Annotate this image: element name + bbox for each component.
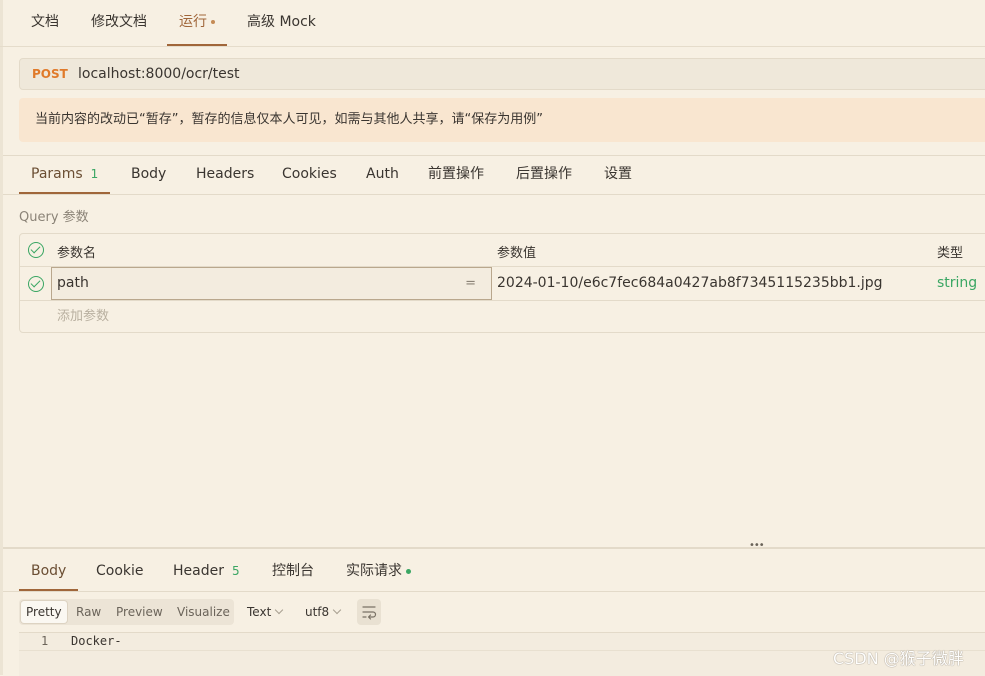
response-tab-header[interactable]: Header 5: [173, 553, 240, 591]
row-divider: [20, 300, 985, 301]
chevron-down-icon: [332, 605, 342, 615]
equals-icon: =: [465, 276, 476, 291]
resize-grip-icon[interactable]: •••: [749, 540, 765, 551]
query-params-table: 参数名 参数值 类型 path = 2024-01-10/e6c7fec684a…: [19, 233, 985, 333]
response-tab-actual-label: 实际请求: [346, 563, 402, 579]
tab-pre-actions[interactable]: 前置操作: [428, 156, 484, 194]
temp-save-notice: 当前内容的改动已“暂存”，暂存的信息仅本人可见，如需与其他人共享，请“保存为用例…: [19, 98, 985, 142]
notice-text: 当前内容的改动已“暂存”，暂存的信息仅本人可见，如需与其他人共享，请“保存为用例…: [35, 112, 543, 127]
query-section-label: Query 参数: [19, 210, 89, 225]
url-input[interactable]: localhost:8000/ocr/test: [78, 59, 240, 89]
tab-settings[interactable]: 设置: [604, 156, 632, 194]
param-value-input[interactable]: 2024-01-10/e6c7fec684a0427ab8f7345115235…: [497, 267, 883, 300]
encoding-dropdown[interactable]: utf8: [305, 599, 342, 625]
window-edge: [0, 0, 3, 675]
col-header-name: 参数名: [57, 246, 97, 261]
format-pretty-button[interactable]: Pretty: [21, 601, 67, 623]
content-type-value: Text: [247, 605, 272, 619]
panel-splitter[interactable]: [3, 547, 985, 549]
col-header-type: 类型: [937, 246, 964, 261]
tab-advanced-mock[interactable]: 高级 Mock: [247, 0, 316, 46]
unsaved-dot-icon: [211, 20, 215, 24]
encoding-value: utf8: [305, 605, 330, 619]
format-visualize-button[interactable]: Visualize: [172, 601, 235, 623]
tab-edit-docs[interactable]: 修改文档: [91, 0, 147, 46]
tab-cookies[interactable]: Cookies: [282, 156, 337, 194]
divider: [3, 591, 985, 592]
content-type-dropdown[interactable]: Text: [247, 599, 284, 625]
code-line: Docker-: [71, 634, 122, 648]
status-dot-icon: [406, 568, 411, 574]
select-all-check-icon[interactable]: [28, 242, 44, 258]
word-wrap-button[interactable]: [357, 599, 381, 625]
params-count-badge: 1: [90, 167, 99, 181]
tab-run-label: 运行: [179, 14, 207, 30]
watermark: CSDN @猴子微胖: [833, 649, 964, 668]
response-tab-body[interactable]: Body: [19, 553, 79, 591]
param-name-input[interactable]: path =: [51, 267, 492, 300]
format-preview-button[interactable]: Preview: [111, 601, 168, 623]
divider: [3, 194, 985, 195]
tab-headers[interactable]: Headers: [196, 156, 254, 194]
url-bar[interactable]: POST localhost:8000/ocr/test: [19, 58, 985, 90]
add-param-input[interactable]: 添加参数: [57, 301, 109, 333]
tab-run[interactable]: 运行: [167, 0, 227, 46]
tab-params[interactable]: Params 1: [19, 156, 111, 194]
tab-post-actions[interactable]: 后置操作: [516, 156, 572, 194]
param-name-value: path: [57, 275, 89, 291]
response-tab-header-label: Header: [173, 563, 224, 579]
chevron-down-icon: [275, 605, 284, 615]
format-segmented-control: Pretty Raw Preview Visualize: [19, 599, 234, 625]
response-tab-console[interactable]: 控制台: [272, 553, 314, 591]
response-tab-cookie[interactable]: Cookie: [96, 553, 144, 591]
param-type-select[interactable]: string: [937, 267, 977, 300]
format-raw-button[interactable]: Raw: [71, 601, 106, 623]
wrap-lines-icon: [362, 606, 377, 620]
tab-docs[interactable]: 文档: [31, 0, 59, 46]
response-tab-actual-request[interactable]: 实际请求: [346, 553, 411, 591]
tab-auth[interactable]: Auth: [366, 156, 399, 194]
header-count-badge: 5: [231, 564, 240, 578]
col-header-value: 参数值: [497, 246, 537, 261]
tab-params-label: Params: [31, 166, 83, 182]
line-number: 1: [41, 634, 49, 648]
top-tab-bar: 文档 修改文档 运行 高级 Mock: [0, 0, 985, 47]
tab-body[interactable]: Body: [131, 156, 166, 194]
row-enabled-check-icon[interactable]: [28, 276, 44, 292]
http-method[interactable]: POST: [32, 59, 68, 89]
